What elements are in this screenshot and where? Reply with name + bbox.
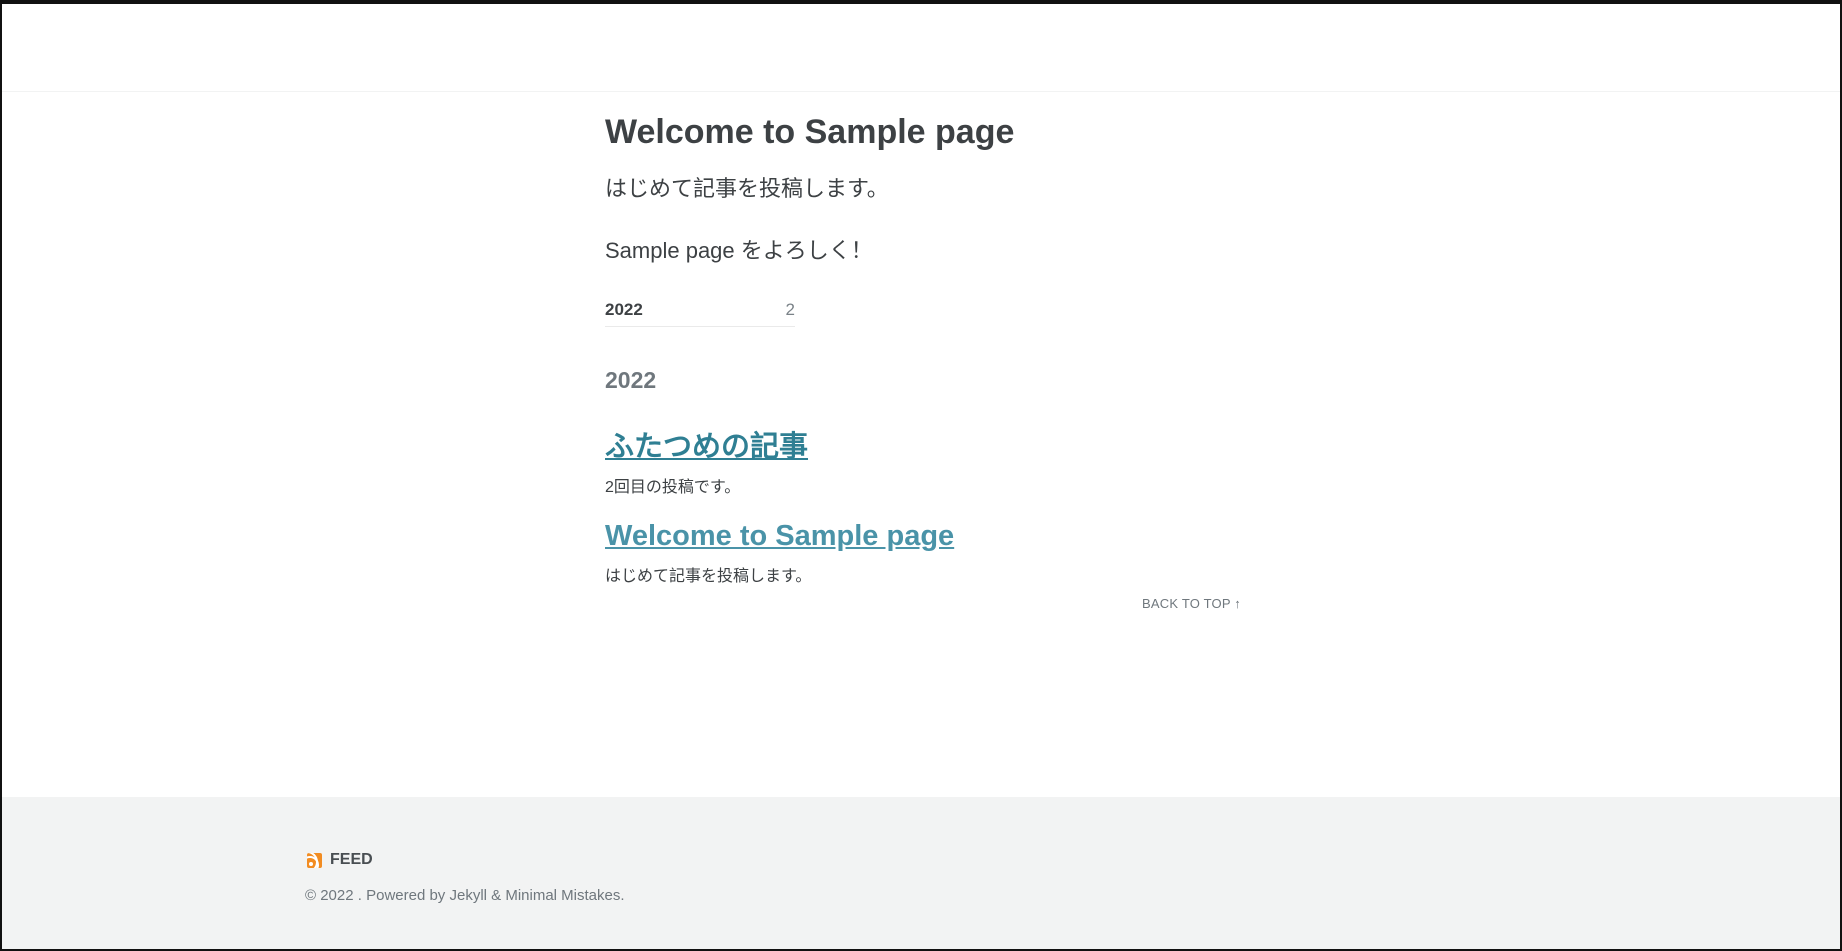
post-excerpt: はじめて記事を投稿します。	[605, 567, 812, 585]
masthead	[2, 4, 1840, 92]
feed-link[interactable]: FEED	[307, 851, 373, 869]
taxonomy-count: 2	[785, 299, 795, 319]
post-title-link[interactable]: Welcome to Sample page	[605, 519, 1241, 554]
archive-year-heading: 2022	[605, 366, 657, 393]
list-item: ふたつめの記事 2回目の投稿です。	[605, 430, 1241, 497]
page-title: Welcome to Sample page	[605, 113, 1015, 151]
main-content: Welcome to Sample page はじめて記事を投稿します。 Sam…	[605, 92, 1241, 611]
taxonomy-year: 2022	[605, 299, 643, 319]
post-excerpt: 2回目の投稿です。	[605, 478, 741, 496]
list-item: Welcome to Sample page はじめて記事を投稿します。	[605, 519, 1241, 586]
page-lead: はじめて記事を投稿します。	[605, 175, 889, 201]
post-title-link[interactable]: ふたつめの記事	[605, 430, 1241, 465]
copyright-text: © 2022 . Powered by Jekyll & Minimal Mis…	[305, 887, 625, 904]
page-lead-secondary: Sample page をよろしく！	[605, 238, 873, 264]
rss-icon	[307, 852, 322, 868]
taxonomy-year-link[interactable]: 2022 2	[605, 300, 795, 327]
page-footer: FEED © 2022 . Powered by Jekyll & Minima…	[2, 797, 1840, 949]
feed-label: FEED	[330, 851, 373, 868]
back-to-top-link[interactable]: Back to top ↑	[605, 596, 1241, 611]
